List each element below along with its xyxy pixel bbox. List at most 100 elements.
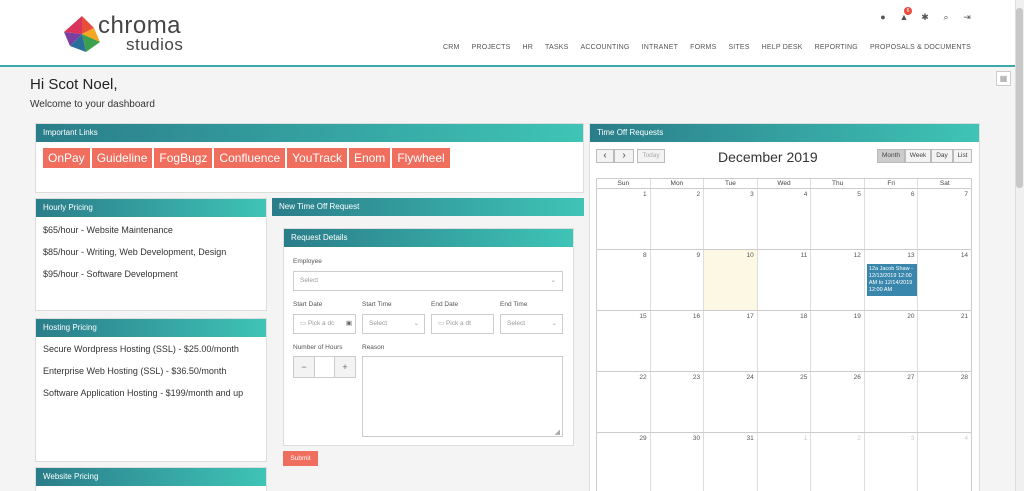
calendar-day[interactable]: 23 <box>651 372 705 432</box>
calendar-day[interactable]: 21 <box>918 311 971 371</box>
calendar-day[interactable]: 22 <box>597 372 651 432</box>
logo[interactable]: chroma studios <box>62 12 192 56</box>
nav-hr[interactable]: HR <box>517 44 540 51</box>
calendar-day[interactable]: 27 <box>865 372 919 432</box>
calendar-day[interactable]: 24 <box>704 372 758 432</box>
chevron-down-icon: ⌄ <box>551 320 557 327</box>
calendar-icon: ▭ <box>300 320 307 327</box>
calendar-day[interactable]: 30 <box>651 433 705 491</box>
nav-projects[interactable]: PROJECTS <box>466 44 517 51</box>
chevron-down-icon: ⌄ <box>550 277 556 284</box>
next-month-button[interactable]: › <box>614 149 634 163</box>
nav-forms[interactable]: FORMS <box>684 44 722 51</box>
calendar-day-13[interactable]: 13 12a Jacob Shaw - 12/13/2019 12:00 AM … <box>865 250 919 310</box>
calendar-day-other-month[interactable]: 1 <box>758 433 812 491</box>
scrollbar-thumb[interactable] <box>1016 8 1023 188</box>
calendar-day[interactable]: 26 <box>811 372 865 432</box>
calendar-day[interactable]: 28 <box>918 372 971 432</box>
calendar-day[interactable]: 11 <box>758 250 812 310</box>
prev-month-button[interactable]: ‹ <box>596 149 614 163</box>
view-month-button[interactable]: Month <box>877 149 905 163</box>
calendar-day[interactable]: 5 <box>811 189 865 249</box>
nav-tasks[interactable]: TASKS <box>539 44 574 51</box>
link-onpay[interactable]: OnPay <box>43 148 90 168</box>
dow-sat: Sat <box>939 180 950 187</box>
start-date-placeholder: Pick a dc <box>307 320 335 327</box>
calendar-day[interactable]: 17 <box>704 311 758 371</box>
view-week-button[interactable]: Week <box>905 149 931 163</box>
panel-title: Time Off Requests <box>590 124 979 142</box>
calendar-week: 1 2 3 4 5 6 7 <box>596 188 972 249</box>
website-pricing-panel: Website Pricing <box>35 467 267 491</box>
calendar-day[interactable]: 8 <box>597 250 651 310</box>
link-youtrack[interactable]: YouTrack <box>287 148 347 168</box>
reason-textarea[interactable]: ◢ <box>362 356 563 437</box>
link-confluence[interactable]: Confluence <box>214 148 286 168</box>
nav-proposals[interactable]: PROPOSALS & DOCUMENTS <box>864 44 977 51</box>
submit-button[interactable]: Submit <box>283 451 318 466</box>
day-number: 13 <box>907 252 915 259</box>
calendar-header-row: Sun Mon Tue Wed Thu Fri Sat <box>596 178 972 188</box>
end-date-label: End Date <box>431 301 459 308</box>
minus-button[interactable]: − <box>294 357 315 377</box>
links-row: OnPay Guideline FogBugz Confluence YouTr… <box>36 142 583 174</box>
calendar-day-today[interactable]: 10 <box>704 250 758 310</box>
calendar-day-other-month[interactable]: 3 <box>865 433 919 491</box>
end-time-select[interactable]: Select ⌄ <box>500 314 563 334</box>
calendar-month-title: December 2019 <box>718 149 818 165</box>
view-day-button[interactable]: Day <box>931 149 953 163</box>
gear-icon[interactable]: ✱ <box>920 12 930 22</box>
calendar-day[interactable]: 19 <box>811 311 865 371</box>
plus-button[interactable]: + <box>334 357 355 377</box>
calendar-day[interactable]: 29 <box>597 433 651 491</box>
calendar-day[interactable]: 16 <box>651 311 705 371</box>
grid-icon[interactable]: ▦ <box>996 71 1011 86</box>
important-links-panel: Important Links OnPay Guideline FogBugz … <box>35 123 584 193</box>
calendar-day-other-month[interactable]: 4 <box>918 433 971 491</box>
dow-sun: Sun <box>597 179 651 188</box>
end-date-input[interactable]: ▭ Pick a dt <box>431 314 494 334</box>
calendar-day[interactable]: 12 <box>811 250 865 310</box>
calendar-day[interactable]: 15 <box>597 311 651 371</box>
calendar-day[interactable]: 9 <box>651 250 705 310</box>
start-date-input[interactable]: ▭ Pick a dc ▣ <box>293 314 356 334</box>
calendar-day[interactable]: 1 <box>597 189 651 249</box>
end-time-placeholder: Select <box>507 320 526 327</box>
view-list-button[interactable]: List <box>953 149 972 163</box>
link-guideline[interactable]: Guideline <box>91 148 153 168</box>
list-item: Enterprise Web Hosting (SSL) - $36.50/mo… <box>43 366 227 376</box>
hours-label: Number of Hours <box>293 344 343 351</box>
bell-icon[interactable]: ▲ 6 <box>899 7 912 22</box>
search-icon[interactable]: ⌕ <box>941 12 951 22</box>
calendar-day[interactable]: 4 <box>758 189 812 249</box>
calendar-day[interactable]: 3 <box>704 189 758 249</box>
link-enom[interactable]: Enom <box>348 148 391 168</box>
nav-help-desk[interactable]: HELP DESK <box>756 44 809 51</box>
list-item: Secure Wordpress Hosting (SSL) - $25.00/… <box>43 344 239 354</box>
logout-icon[interactable]: ⇥ <box>962 12 972 22</box>
calendar-day[interactable]: 18 <box>758 311 812 371</box>
calendar-day[interactable]: 25 <box>758 372 812 432</box>
calendar-day[interactable]: 7 <box>918 189 971 249</box>
calendar-day[interactable]: 6 <box>865 189 919 249</box>
link-flywheel[interactable]: Flywheel <box>392 148 450 168</box>
nav-accounting[interactable]: ACCOUNTING <box>574 44 635 51</box>
user-icon[interactable]: ● <box>878 12 888 22</box>
nav-sites[interactable]: SITES <box>722 44 755 51</box>
start-time-select[interactable]: Select ⌄ <box>362 314 425 334</box>
nav-intranet[interactable]: INTRANET <box>636 44 685 51</box>
calendar-day-other-month[interactable]: 2 <box>811 433 865 491</box>
calendar-event[interactable]: 12a Jacob Shaw - 12/13/2019 12:00 AM to … <box>866 264 917 296</box>
calendar-day[interactable]: 14 <box>918 250 971 310</box>
page-scrollbar[interactable] <box>1015 0 1024 491</box>
calendar-day[interactable]: 2 <box>651 189 705 249</box>
link-fogbugz[interactable]: FogBugz <box>154 148 213 168</box>
calendar-day[interactable]: 20 <box>865 311 919 371</box>
employee-select[interactable]: Select ⌄ <box>293 271 563 291</box>
today-button[interactable]: Today <box>637 149 665 163</box>
nav-crm[interactable]: CRM <box>437 44 466 51</box>
nav-reporting[interactable]: REPORTING <box>809 44 864 51</box>
resize-handle-icon[interactable]: ◢ <box>555 428 560 436</box>
calendar-day[interactable]: 31 <box>704 433 758 491</box>
calendar-picker-icon[interactable]: ▣ <box>346 315 352 333</box>
